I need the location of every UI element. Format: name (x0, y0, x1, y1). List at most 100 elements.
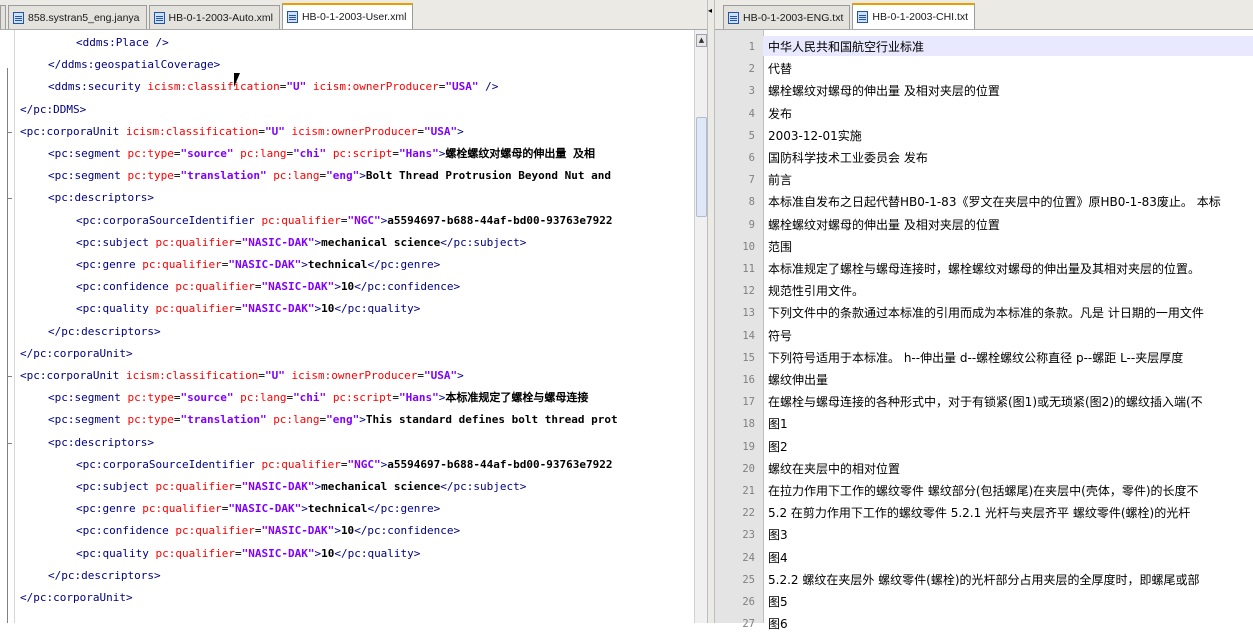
xml-attribute: pc:qualifier (261, 457, 341, 471)
xml-tag: </pc:genre> (367, 502, 441, 516)
text-line: 本标准自发布之日起代替HB0-1-83《罗文在夹层中的位置》原HB0-1-83废… (768, 195, 1221, 210)
xml-tag: </pc:DDMS> (20, 102, 87, 116)
xml-attribute: pc:qualifier (155, 546, 235, 560)
xml-attribute: pc:qualifier (142, 258, 222, 271)
xml-editor[interactable]: <ddms:Place /> </ddms:geospatialCoverage>… (0, 30, 694, 623)
xml-line: </pc:corporaUnit> (20, 587, 133, 609)
xml-tag: <pc:quality (76, 546, 149, 560)
line-number: 12 (742, 285, 755, 298)
xml-attribute-value: "translation" (180, 413, 267, 427)
xml-attribute-value: "NASIC-DAK" (228, 502, 302, 516)
tab-left-0[interactable] (0, 5, 6, 29)
line-number: 20 (742, 462, 755, 475)
xml-equals: = (234, 302, 242, 316)
text-line: 5.2.2 螺纹在夹层外 螺纹零件(螺栓)的光杆部分占用夹层的全厚度时，即螺尾或… (768, 572, 1200, 587)
xml-attribute-value: "NASIC-DAK" (241, 302, 315, 316)
text-line: 符号 (768, 328, 793, 343)
text-line: 螺栓螺纹对螺母的伸出量 及相对夹层的位置 (768, 84, 1000, 99)
text-line: 前言 (768, 173, 793, 188)
xml-tag: <pc:subject (76, 480, 149, 493)
splitter-arrow-icon[interactable]: ◂ (708, 6, 714, 15)
line-number: 10 (742, 240, 755, 253)
xml-line: <pc:confidence pc:qualifier="NASIC-DAK">… (76, 520, 460, 542)
line-number: 22 (742, 507, 755, 520)
xml-line: </pc:DDMS> (20, 99, 86, 121)
text-line: 中华人民共和国航空行业标准 (768, 40, 925, 54)
xml-attribute: icism:ownerProducer (312, 80, 439, 94)
fold-marker[interactable] (7, 376, 12, 377)
xml-tag: </pc:quality> (334, 546, 421, 560)
xml-attribute: pc:qualifier (155, 235, 235, 249)
text-line: 本标准规定了螺栓与螺母连接时，螺栓螺纹对螺母的伸出量及其相对夹层的位置。 (768, 262, 1201, 276)
xml-tag: </pc:subject> (440, 235, 527, 249)
fold-marker[interactable] (7, 198, 12, 200)
xml-text: 10 (340, 524, 355, 538)
xml-text: Bolt Thread Protrusion Beyond Nut and (365, 169, 611, 183)
tab-label: 858.systran5_eng.janya (28, 11, 140, 24)
text-line: 图6 (768, 617, 788, 632)
document-icon (857, 11, 869, 23)
text-line: 螺纹在夹层中的相对位置 (768, 461, 901, 476)
text-line: 2003-12-01实施 (768, 128, 862, 143)
xml-line: </pc:corporaUnit> (20, 343, 133, 365)
xml-attribute: pc:qualifier (142, 502, 222, 516)
line-number: 15 (742, 351, 755, 364)
fold-marker[interactable] (7, 131, 12, 133)
xml-attribute-value: "eng" (326, 413, 360, 427)
tab-left-3[interactable]: HB-0-1-2003-User.xml (281, 3, 414, 29)
xml-attribute: pc:qualifier (261, 213, 341, 227)
line-number: 11 (742, 263, 755, 275)
scroll-up-icon[interactable]: ▲ (696, 34, 707, 47)
xml-attribute-value: "NGC" (347, 213, 381, 227)
xml-text: 10 (340, 280, 355, 294)
xml-tag: <pc:descriptors> (48, 191, 154, 205)
xml-line: <pc:corporaSourceIdentifier pc:qualifier… (76, 454, 612, 476)
xml-line: <pc:subject pc:qualifier="NASIC-DAK">mec… (76, 232, 526, 254)
xml-tag: <pc:corporaSourceIdentifier (76, 213, 255, 227)
xml-tag: > (457, 369, 464, 382)
line-number: 5 (748, 129, 755, 142)
xml-tag: </pc:quality> (334, 302, 421, 316)
pane-splitter[interactable]: ◂ (707, 0, 715, 623)
xml-tag: <pc:corporaUnit (20, 369, 120, 382)
xml-tag: </pc:subject> (440, 480, 527, 493)
xml-attribute-value: "NGC" (347, 457, 381, 471)
xml-tag: > (359, 169, 366, 183)
xml-line: <pc:descriptors> (48, 432, 154, 454)
line-number: 13 (742, 307, 755, 320)
xml-tag: <pc:corporaSourceIdentifier (76, 457, 255, 471)
xml-equals: = (340, 213, 348, 227)
xml-line: <pc:subject pc:qualifier="NASIC-DAK">mec… (76, 476, 526, 498)
text-line: 图4 (768, 550, 788, 565)
text-line: 螺栓螺纹对螺母的伸出量 及相对夹层的位置 (768, 217, 1000, 232)
line-number: 18 (742, 418, 755, 431)
line-number: 9 (748, 218, 755, 231)
xml-text: a5594697-b688-44af-bd00-93763e7922 (387, 213, 613, 227)
line-number: 14 (742, 329, 755, 342)
line-number: 8 (748, 196, 755, 209)
xml-attribute: pc:script (332, 391, 393, 405)
xml-tag: <pc:segment (48, 413, 121, 427)
text-line: 在拉力作用下工作的螺纹零件 螺纹部分(包括螺尾)在夹层中(壳体，零件)的长度不 (768, 484, 1199, 498)
xml-tag: <pc:segment (48, 147, 121, 160)
tab-label: HB-0-1-2003-Auto.xml (168, 11, 273, 24)
xml-attribute: pc:type (127, 147, 174, 160)
scroll-thumb[interactable] (696, 117, 707, 217)
xml-tag: > (301, 258, 308, 271)
fold-marker[interactable] (7, 442, 12, 444)
left-vertical-scrollbar[interactable]: ▲ (694, 30, 708, 623)
tab-right-0[interactable]: HB-0-1-2003-ENG.txt (723, 5, 851, 29)
tab-left-2[interactable]: HB-0-1-2003-Auto.xml (148, 5, 280, 29)
line-number: 2 (748, 63, 755, 76)
xml-attribute: pc:script (332, 147, 393, 160)
xml-attribute-value: "eng" (326, 169, 360, 183)
xml-tag: <pc:confidence (76, 280, 169, 294)
xml-attribute: pc:lang (273, 413, 320, 427)
tab-left-1[interactable]: 858.systran5_eng.janya (8, 5, 147, 29)
xml-attribute: pc:type (127, 391, 174, 405)
mouse-cursor-icon (234, 73, 246, 87)
text-line: 5.2 在剪力作用下工作的螺纹零件 5.2.1 光杆与夹层齐平 螺纹零件(螺栓)… (768, 506, 1191, 521)
tab-right-1[interactable]: HB-0-1-2003-CHI.txt (852, 3, 976, 29)
xml-tag: </pc:genre> (367, 258, 441, 271)
xml-text: 10 (321, 302, 335, 316)
